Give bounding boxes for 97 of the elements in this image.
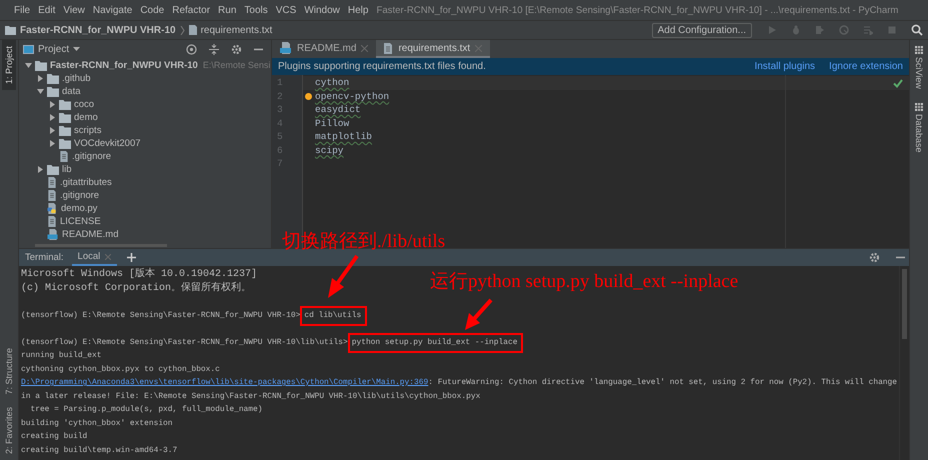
folder-icon: [47, 86, 59, 96]
tree-item[interactable]: .gitignore: [60, 189, 100, 202]
tool-window-tab[interactable]: Database: [912, 100, 926, 154]
file-icon: [384, 42, 394, 54]
file-icon: [188, 25, 197, 35]
tree-item[interactable]: VOCdevkit2007: [74, 137, 141, 150]
project-title: Project: [38, 44, 70, 54]
menu-item[interactable]: Window: [300, 4, 344, 16]
locate-icon[interactable]: [186, 44, 197, 54]
notification-text: Plugins supporting requirements.txt files found.: [278, 61, 486, 72]
expand-arrow-icon[interactable]: [37, 88, 44, 95]
menu-item[interactable]: File: [10, 4, 34, 16]
tool-window-tab[interactable]: 1: Project: [2, 40, 16, 90]
tree-item[interactable]: .github: [62, 72, 91, 85]
add-icon[interactable]: [127, 253, 136, 262]
breadcrumb-item[interactable]: requirements.txt: [200, 24, 272, 36]
scrollbar[interactable]: [902, 269, 907, 339]
python-file-icon: [47, 203, 58, 214]
tree-item[interactable]: .gitattributes: [60, 176, 112, 189]
folder-icon: [59, 126, 71, 136]
editor-tab[interactable]: README.md: [272, 40, 376, 58]
expand-arrow-icon[interactable]: [49, 114, 56, 121]
annotation-text: 切换路径到./lib/utils: [282, 230, 446, 254]
markdown-file-icon: [47, 229, 59, 240]
tree-item[interactable]: Faster-RCNN_for_NWPU VHR-10: [50, 59, 198, 72]
menu-item[interactable]: Refactor: [168, 4, 214, 16]
menu-item[interactable]: Code: [136, 4, 168, 16]
code-line: easydict: [315, 104, 361, 115]
menu-item[interactable]: View: [59, 4, 89, 16]
caret-icon: [73, 47, 80, 51]
settings-icon[interactable]: [231, 44, 242, 54]
terminal-line: (c) Microsoft Corporation。保留所有权利。: [21, 282, 252, 294]
tree-item[interactable]: README.md: [62, 228, 118, 241]
file-icon: [47, 177, 57, 188]
tree-item[interactable]: LICENSE: [60, 215, 101, 228]
grid-icon: [915, 46, 923, 54]
terminal-line: Microsoft Windows [版本 10.0.19042.1237]: [21, 269, 258, 280]
project-view-dropdown[interactable]: Project: [23, 44, 80, 54]
path-text: E:\Remote Sensi: [202, 59, 270, 72]
tool-window-tab[interactable]: 7: Structure: [2, 342, 16, 401]
expand-arrow-icon[interactable]: [37, 75, 44, 82]
code-line: scipy: [315, 144, 344, 156]
code-line: cython: [315, 77, 350, 88]
expand-arrow-icon[interactable]: [49, 101, 56, 108]
markdown-file-icon: [280, 42, 292, 54]
tree-item[interactable]: data: [62, 85, 80, 98]
folder-icon: [5, 26, 16, 34]
settings-icon[interactable]: [869, 252, 880, 263]
expand-arrow-icon[interactable]: [25, 62, 32, 69]
tree-item[interactable]: demo.py: [61, 202, 98, 215]
menu-item[interactable]: VCS: [272, 4, 300, 16]
folder-icon: [59, 138, 71, 148]
tree-item[interactable]: .gitignore: [72, 150, 112, 163]
tool-window-tab[interactable]: SciView: [912, 44, 926, 91]
expand-arrow-icon[interactable]: [49, 140, 56, 147]
folder-icon: [59, 100, 71, 110]
notification-link[interactable]: Ignore extension: [829, 61, 903, 72]
check-icon: [893, 79, 903, 88]
run-configuration-button[interactable]: Add Configuration...: [652, 22, 752, 38]
menu-item[interactable]: Run: [214, 4, 240, 16]
tree-item[interactable]: demo: [74, 111, 98, 124]
code-line: Pillow: [315, 118, 350, 128]
editor-tab[interactable]: requirements.txt: [376, 40, 490, 58]
menu-item[interactable]: Help: [344, 4, 372, 16]
menu-item[interactable]: Navigate: [88, 4, 136, 16]
code-line: opencv-python: [315, 90, 390, 102]
file-icon: [59, 151, 69, 162]
terminal-tab[interactable]: Local: [72, 249, 118, 266]
chevron-icon: [180, 26, 185, 34]
tree-item[interactable]: lib: [62, 163, 72, 176]
expand-arrow-icon[interactable]: [37, 166, 44, 173]
folder-icon: [47, 164, 59, 174]
folder-icon: [47, 74, 59, 84]
tree-item[interactable]: scripts: [74, 124, 102, 137]
file-icon: [47, 216, 57, 227]
tree-item[interactable]: coco: [74, 98, 94, 111]
marker-icon: [305, 93, 312, 100]
menu-item[interactable]: Edit: [34, 4, 60, 16]
annotation-text: 运行python setup.py build_ext --inplace: [430, 270, 738, 294]
expand-arrow-icon[interactable]: [49, 127, 56, 134]
code-line: matplotlib: [315, 131, 372, 142]
panel-icon: [23, 44, 34, 54]
notification-link[interactable]: Install plugins: [754, 61, 816, 72]
file-icon: [47, 190, 57, 201]
collapse-icon[interactable]: [209, 44, 219, 54]
grid-icon: [915, 102, 923, 111]
terminal-title: Terminal:: [25, 252, 64, 263]
arrow: [462, 298, 494, 332]
window-title: Faster-RCNN_for_NWPU VHR-10 [E:\Remote Sensing\Faster-RCNN_for_NWPU VHR-10] - ...\requirements.txt - PyCharm: [376, 4, 898, 16]
menu-item[interactable]: Tools: [240, 4, 272, 16]
folder-icon: [59, 112, 71, 122]
search-icon[interactable]: [911, 24, 923, 36]
hide-icon[interactable]: [896, 256, 905, 259]
hide-icon[interactable]: [254, 48, 263, 50]
tool-window-tab[interactable]: 2: Favorites: [2, 400, 16, 460]
breadcrumb-item[interactable]: Faster-RCNN_for_NWPU VHR-10: [20, 24, 176, 36]
folder-icon: [35, 60, 47, 70]
